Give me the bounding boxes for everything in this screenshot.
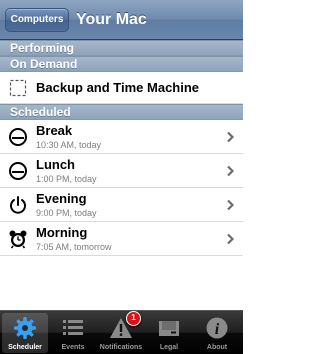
sleep-icon [8, 161, 28, 181]
chevron-right-icon [227, 131, 235, 143]
svg-text:i: i [215, 321, 220, 338]
list-icon [63, 320, 83, 335]
tab-scheduler[interactable]: Scheduler [2, 313, 48, 353]
section-header-performing: Performing [0, 40, 243, 56]
page-title: Your Mac [76, 11, 147, 28]
section-header-scheduled: Scheduled [0, 104, 243, 120]
tab-label: Notifications [99, 344, 143, 351]
power-icon [8, 195, 28, 215]
gear-icon [14, 317, 36, 339]
list-item-lunch[interactable]: Lunch 1:00 PM, today [0, 154, 243, 188]
item-title: Break [36, 123, 73, 138]
list-item-backup[interactable]: Backup and Time Machine [0, 72, 243, 104]
dashed-square-icon [8, 78, 28, 98]
chevron-right-icon [227, 233, 235, 245]
list-item-break[interactable]: Break 10:30 AM, today [0, 120, 243, 154]
chevron-right-icon [227, 199, 235, 211]
tab-notifications[interactable]: 1 Notifications [98, 311, 144, 353]
list-item-morning[interactable]: Morning 7:05 AM, tomorrow [0, 222, 243, 256]
tab-label: About [206, 344, 228, 351]
tab-legal[interactable]: Legal [146, 313, 192, 353]
item-title: Lunch [36, 157, 75, 172]
sleep-icon [8, 127, 28, 147]
info-icon: i [206, 317, 228, 339]
item-time: 9:00 PM, today [36, 208, 97, 218]
computers-back-button[interactable]: Computers [5, 8, 69, 32]
item-time: 10:30 AM, today [36, 140, 102, 150]
tab-about[interactable]: i About [194, 313, 240, 353]
tab-bar: Scheduler Events 1 Notifications Legal i… [0, 310, 243, 354]
list-item-label: Backup and Time Machine [36, 80, 200, 95]
item-title: Evening [36, 191, 87, 206]
inbox-icon [159, 321, 179, 336]
tab-label: Legal [159, 344, 179, 351]
alarm-clock-icon [8, 229, 28, 249]
navigation-bar: Computers Your Mac [0, 0, 243, 40]
item-title: Morning [36, 225, 88, 240]
chevron-right-icon [227, 165, 235, 177]
tab-label: Scheduler [8, 344, 42, 351]
tab-events[interactable]: Events [50, 313, 96, 353]
section-header-on-demand: On Demand [0, 56, 243, 72]
tab-label: Events [61, 344, 85, 351]
item-time: 1:00 PM, today [36, 174, 97, 184]
notification-badge: 1 [126, 311, 141, 326]
list-item-evening[interactable]: Evening 9:00 PM, today [0, 188, 243, 222]
item-time: 7:05 AM, tomorrow [36, 242, 112, 252]
